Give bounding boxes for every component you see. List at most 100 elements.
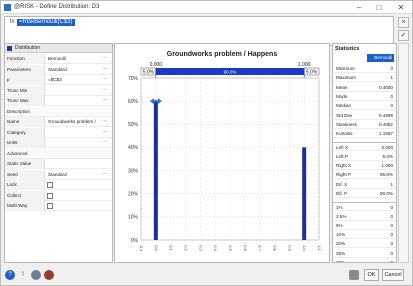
property-more-icon[interactable]: ···	[102, 86, 107, 95]
property-value-field[interactable]	[46, 86, 98, 96]
warning-icon[interactable]: !	[18, 270, 28, 280]
statistic-value: 0	[390, 93, 393, 99]
statistics-row: Dif. P 90.0%	[333, 189, 396, 198]
statistics-row: 25% 0	[333, 249, 396, 258]
property-more-icon[interactable]: ···	[102, 117, 107, 126]
statistic-label: Std Dev	[336, 112, 353, 118]
cancel-button[interactable]: Cancel	[382, 269, 404, 281]
statistics-row: 10% 0	[333, 230, 396, 240]
property-section-label[interactable]: Description	[7, 107, 30, 117]
view-options-icon[interactable]	[44, 270, 54, 280]
x-tick-label: 0.8	[273, 245, 278, 251]
statistics-row: Mean 0.4000	[333, 83, 396, 92]
x-tick-label: 0.7	[258, 245, 263, 251]
property-more-icon[interactable]: ···	[102, 54, 107, 63]
property-label: Category	[5, 127, 45, 138]
property-more-icon[interactable]: ···	[102, 138, 107, 147]
close-formula-icon[interactable]: ×	[398, 17, 409, 28]
property-more-icon[interactable]: ···	[102, 128, 107, 137]
ok-button[interactable]: OK	[364, 269, 379, 281]
property-value-field[interactable]: Groundworks problem /	[46, 117, 98, 127]
statistics-row: Left P 5.0%	[333, 152, 396, 161]
distribution-chart-panel: Groundworks problem / Happens 0.000 1.000…	[114, 43, 330, 263]
accept-formula-icon[interactable]: ✓	[398, 30, 409, 41]
statistic-value: 0	[390, 103, 393, 109]
property-more-icon[interactable]: ···	[102, 170, 107, 179]
property-label: Collect	[5, 190, 45, 201]
x-tick-label: 0.4	[213, 245, 218, 251]
properties-panel: Distribution Function Bernoulli ··· Paramet…	[4, 43, 113, 263]
statistic-value: 1	[390, 181, 393, 187]
statistic-value: 0.4899	[378, 112, 393, 118]
y-tick-label: 60%	[128, 99, 139, 105]
property-row: Parameters Standard ···	[5, 64, 112, 75]
property-checkbox[interactable]	[47, 192, 53, 199]
statistics-row: 20% 0	[333, 239, 396, 249]
property-value-field[interactable]: Standard	[46, 65, 98, 75]
statistic-label: Median	[336, 103, 352, 109]
property-value-field[interactable]: =$C$3	[46, 75, 98, 85]
property-more-icon[interactable]: ···	[102, 75, 107, 84]
statistic-label: Kurtosis	[336, 131, 353, 137]
statistics-row: Dif. X 1	[333, 180, 396, 189]
property-more-icon[interactable]: ···	[102, 96, 107, 105]
property-value-field[interactable]	[46, 159, 98, 169]
formula-input[interactable]: fx =RiskBernoulli(C$3)	[4, 16, 394, 46]
property-label: Multi-Way	[5, 201, 45, 211]
statistics-scrollbar[interactable]	[398, 43, 409, 263]
statistics-row: 30% 0	[333, 258, 396, 263]
statistics-row: Minimum 0	[333, 64, 396, 73]
statistics-row: Left X 0.000	[333, 142, 396, 152]
statistic-label: 2.5%	[336, 213, 347, 219]
property-value-field[interactable]	[46, 96, 98, 106]
property-row: Function Bernoulli ···	[5, 54, 112, 64]
x-tick-label: 1.1	[317, 245, 322, 251]
property-label: Trunc Max	[5, 96, 45, 106]
property-row: Collect	[5, 190, 112, 201]
title-bar: @RISK - Define Distribution: D3 – □ ✕	[1, 1, 412, 14]
property-row: Trunc Max ···	[5, 96, 112, 106]
property-label: Parameters	[5, 64, 45, 75]
statistics-row: Maximum 1	[333, 73, 396, 83]
close-button[interactable]: ✕	[393, 2, 409, 13]
property-row: Units ···	[5, 138, 112, 148]
property-value-field[interactable]: Standard	[46, 170, 98, 180]
x-tick-label: 0.2	[184, 245, 189, 251]
y-tick-label: 0%	[131, 238, 139, 244]
bottom-toolbar: ? ! OK Cancel	[1, 265, 412, 286]
statistics-row: Median 0	[333, 101, 396, 111]
property-checkbox[interactable]	[47, 203, 53, 209]
distribution-color-icon[interactable]	[7, 46, 12, 51]
y-tick-label: 50%	[128, 122, 139, 128]
minimize-button[interactable]: –	[351, 2, 367, 13]
statistics-row: 1% 0	[333, 202, 396, 212]
middle-percent: 90.0%	[224, 70, 237, 75]
statistics-title: Statistics	[335, 46, 360, 52]
property-value-field[interactable]	[46, 128, 98, 138]
settings-icon[interactable]	[349, 270, 359, 280]
property-label: Static Value	[5, 159, 45, 169]
property-row: Lock	[5, 180, 112, 190]
property-value-field[interactable]	[46, 138, 98, 148]
formula-icon: fx	[9, 19, 15, 25]
formula-text[interactable]: =RiskBernoulli(C$3)	[17, 19, 75, 26]
statistic-label: Minimum	[336, 66, 355, 71]
y-tick-label: 30%	[128, 168, 139, 174]
statistics-row: Right P 95.0%	[333, 170, 396, 180]
property-section-label[interactable]: Advanced	[7, 149, 27, 159]
statistic-value: 90.0%	[379, 190, 393, 196]
chart-options-icon[interactable]	[31, 270, 41, 280]
statistic-value: 1	[390, 75, 393, 81]
property-value-field[interactable]: Bernoulli	[46, 54, 98, 64]
maximize-button[interactable]: □	[371, 2, 387, 13]
statistic-label: Dif. X	[336, 181, 348, 187]
x-tick-label: 0.3	[198, 245, 203, 251]
statistic-label: Skewness	[336, 121, 357, 127]
statistics-distribution-selector[interactable]: Bernoulli	[367, 54, 394, 62]
property-row: Name Groundworks problem / ···	[5, 117, 112, 127]
statistic-value: 0	[390, 260, 393, 263]
property-more-icon[interactable]: ···	[102, 65, 107, 74]
help-icon[interactable]: ?	[5, 270, 15, 280]
bar-0	[153, 101, 158, 240]
property-checkbox[interactable]	[47, 182, 53, 188]
